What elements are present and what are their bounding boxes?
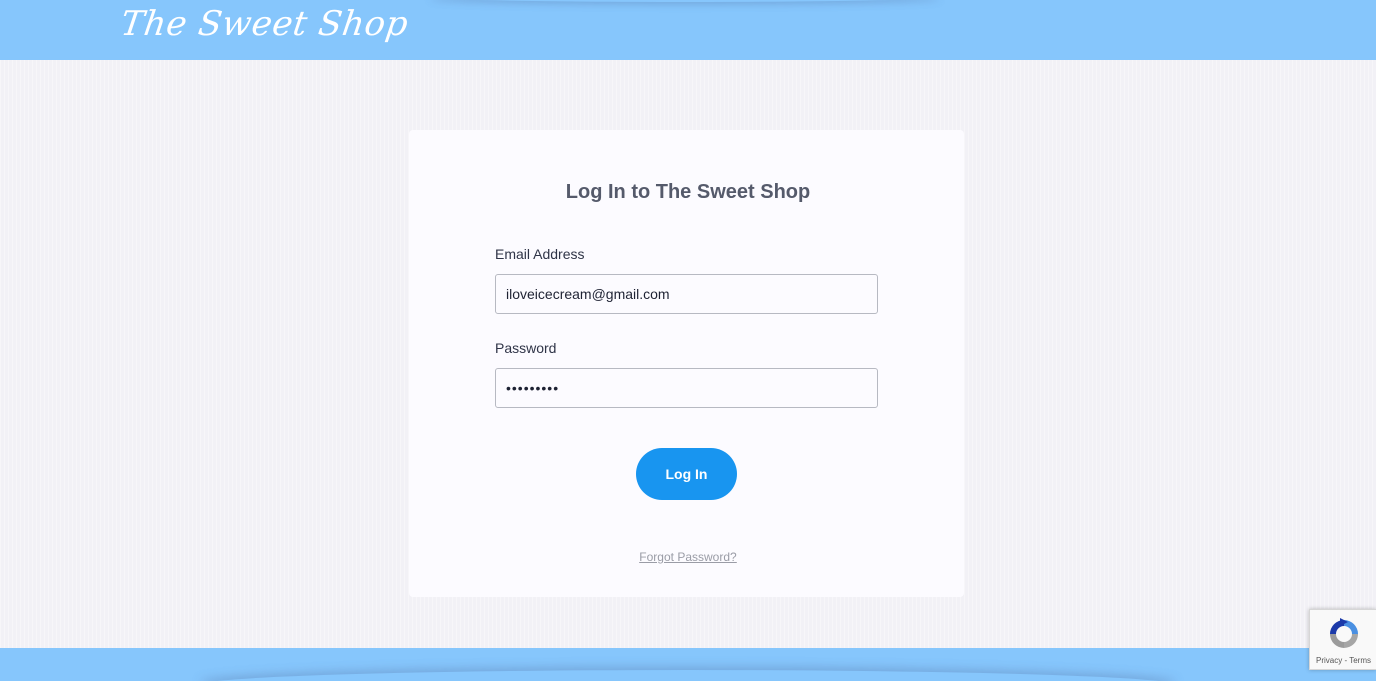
login-button[interactable]: Log In [636, 448, 737, 500]
header-shadow [430, 0, 940, 2]
footer-shadow [200, 670, 1176, 681]
site-header: The Sweet Shop [0, 0, 1376, 60]
email-label: Email Address [495, 246, 585, 262]
forgot-password-link[interactable]: Forgot Password? [639, 550, 736, 564]
site-logo[interactable]: The Sweet Shop [118, 4, 411, 44]
recaptcha-terms-link[interactable]: Terms [1349, 656, 1371, 665]
site-footer [0, 648, 1376, 681]
recaptcha-links: Privacy - Terms [1310, 656, 1376, 665]
password-field[interactable] [495, 368, 878, 408]
email-field[interactable] [495, 274, 878, 314]
password-label: Password [495, 340, 557, 356]
page-title: Log In to The Sweet Shop [565, 181, 811, 203]
recaptcha-badge[interactable]: Privacy - Terms [1309, 609, 1376, 670]
recaptcha-icon [1330, 618, 1358, 648]
recaptcha-privacy-link[interactable]: Privacy [1316, 656, 1342, 665]
forgot-password-container: Forgot Password? [0, 550, 1376, 564]
